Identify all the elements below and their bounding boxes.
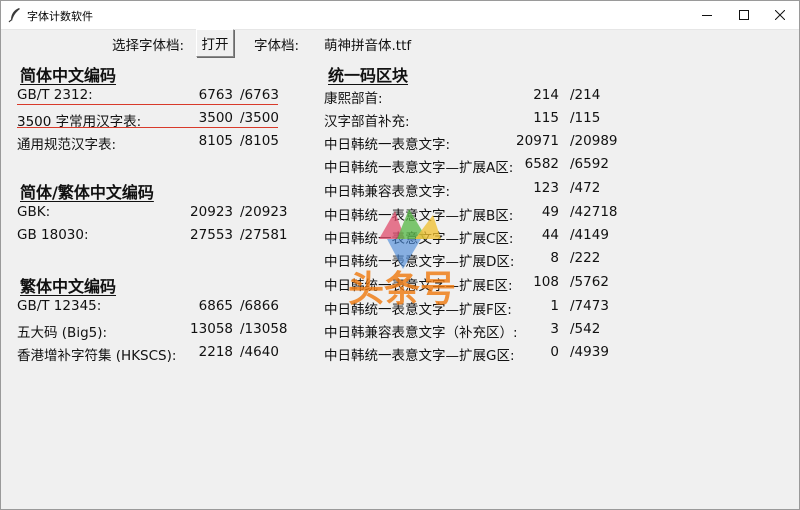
row-count: 3 [550,321,559,337]
row-total: /4939 [570,344,609,360]
row-total: /542 [570,321,601,337]
row-label: 汉字部首补充: [324,114,410,130]
row-label: 中日韩兼容表意文字（补充区）: [324,325,518,341]
row-label: 香港增补字符集 (HKSCS): [17,348,177,364]
row-total: /214 [570,87,601,103]
row-label: 中日韩统一表意文字—扩展G区: [324,348,515,364]
app-window: 字体计数软件 选择字体档: 打开 字体档: 萌神拼音体.ttf 简体中文编码 G… [0,0,800,510]
feather-icon [8,8,20,23]
row-total: /222 [570,250,601,266]
row-count: 115 [533,110,559,126]
row-total: /4640 [240,344,279,360]
row-count: 13058 [190,321,233,337]
close-icon [775,10,785,20]
row-count: 44 [541,227,559,243]
row-count: 20923 [190,204,233,220]
watermark-text: 头条号 [348,269,456,310]
row-count: 1 [550,298,559,314]
row-label: GBK: [17,204,51,220]
select-font-label: 选择字体档: [112,38,185,54]
font-file-label: 字体档: [254,38,300,54]
row-total: /5762 [570,274,609,290]
heading-simp-trad: 简体/繁体中文编码 [20,183,154,202]
row-count: 8 [550,250,559,266]
row-count: 8105 [198,133,233,149]
row-total: /42718 [570,204,618,220]
row-total: /115 [570,110,601,126]
title-bar[interactable]: 字体计数软件 [1,1,799,30]
row-total: /3500 [240,110,279,126]
row-total: /6592 [570,156,609,172]
row-label: GB/T 2312: [17,87,93,103]
minimize-icon [702,15,712,16]
row-label: 中日韩兼容表意文字: [324,184,451,200]
row-count: 6865 [198,298,233,314]
row-label: GB/T 12345: [17,298,102,314]
row-total: /20923 [240,204,288,220]
row-total: /13058 [240,321,288,337]
row-count: 49 [541,204,559,220]
font-file-name: 萌神拼音体.ttf [324,38,412,54]
red-underline [17,104,278,105]
row-label: 中日韩统一表意文字—扩展A区: [324,160,514,176]
row-count: 27553 [190,227,233,243]
maximize-icon [739,10,749,20]
row-label: GB 18030: [17,227,89,243]
row-count: 0 [550,344,559,360]
row-count: 6763 [198,87,233,103]
row-count: 214 [533,87,559,103]
close-button[interactable] [757,1,800,29]
row-total: /472 [570,180,601,196]
row-total: /6866 [240,298,279,314]
watermark-logo: 头条号 [348,209,456,310]
row-count: 123 [533,180,559,196]
heading-traditional: 繁体中文编码 [20,277,117,296]
row-total: /20989 [570,133,618,149]
red-underline [17,127,278,128]
window-title: 字体计数软件 [27,10,93,23]
row-count: 2218 [198,344,233,360]
open-button[interactable]: 打开 [196,29,234,57]
heading-simplified: 简体中文编码 [20,66,117,85]
row-count: 6582 [524,156,559,172]
row-count: 108 [533,274,559,290]
row-total: /8105 [240,133,279,149]
row-total: /6763 [240,87,279,103]
row-label: 通用规范汉字表: [17,137,117,153]
row-total: /7473 [570,298,609,314]
heading-unicode: 统一码区块 [328,66,409,85]
row-label: 五大码 (Big5): [17,325,108,341]
row-count: 20971 [516,133,559,149]
row-total: /4149 [570,227,609,243]
row-label: 中日韩统一表意文字: [324,137,451,153]
row-total: /27581 [240,227,288,243]
row-count: 3500 [198,110,233,126]
row-label: 康熙部首: [324,91,383,107]
